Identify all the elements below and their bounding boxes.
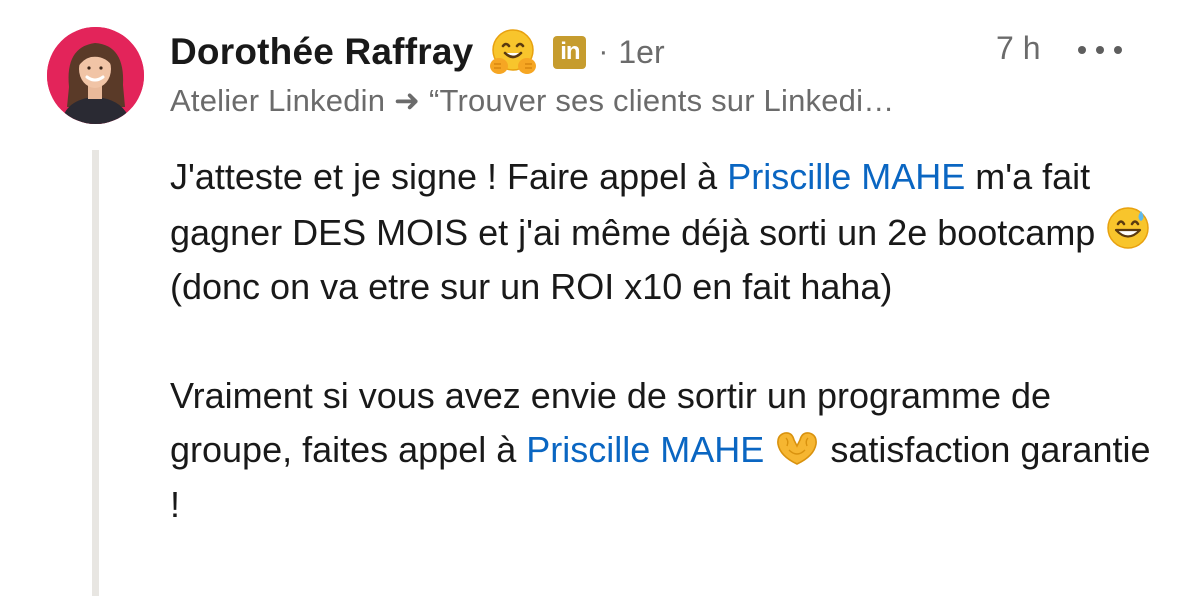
thread-line — [92, 150, 99, 596]
author-headline: Atelier Linkedin ➜ “Trouver ses clients … — [170, 83, 895, 118]
author-name[interactable]: Dorothée Raffray — [170, 31, 473, 73]
comment-time: 7 h — [996, 30, 1041, 66]
body-text-1a: J'atteste et je signe ! Faire appel à — [170, 156, 728, 197]
heart-hands-icon — [777, 432, 818, 465]
mention-link-2[interactable]: Priscille MAHE — [526, 429, 764, 470]
mention-link-1[interactable]: Priscille MAHE — [727, 156, 965, 197]
more-options-icon[interactable] — [1078, 40, 1122, 60]
grinning-sweat-face-icon — [1107, 206, 1150, 249]
avatar[interactable] — [47, 27, 144, 124]
body-text-1c: (donc on va etre sur un ROI x10 en fait … — [170, 266, 893, 307]
comment-paragraph-1: J'atteste et je signe ! Faire appel à Pr… — [170, 150, 1160, 315]
comment: Dorothée Raffray in · 1er 7 h Atelier Li… — [0, 0, 1179, 596]
linkedin-badge-icon: in — [553, 35, 587, 69]
linkedin-badge-text: in — [560, 38, 580, 65]
comment-header: Dorothée Raffray in · 1er — [170, 22, 665, 82]
connection-degree: 1er — [618, 33, 665, 70]
comment-paragraph-2: Vraiment si vous avez envie de sortir un… — [170, 369, 1160, 533]
hugging-face-icon — [490, 29, 537, 74]
avatar-photo — [47, 27, 144, 124]
comment-body: J'atteste et je signe ! Faire appel à Pr… — [170, 150, 1160, 532]
separator-dot: · — [598, 35, 609, 68]
